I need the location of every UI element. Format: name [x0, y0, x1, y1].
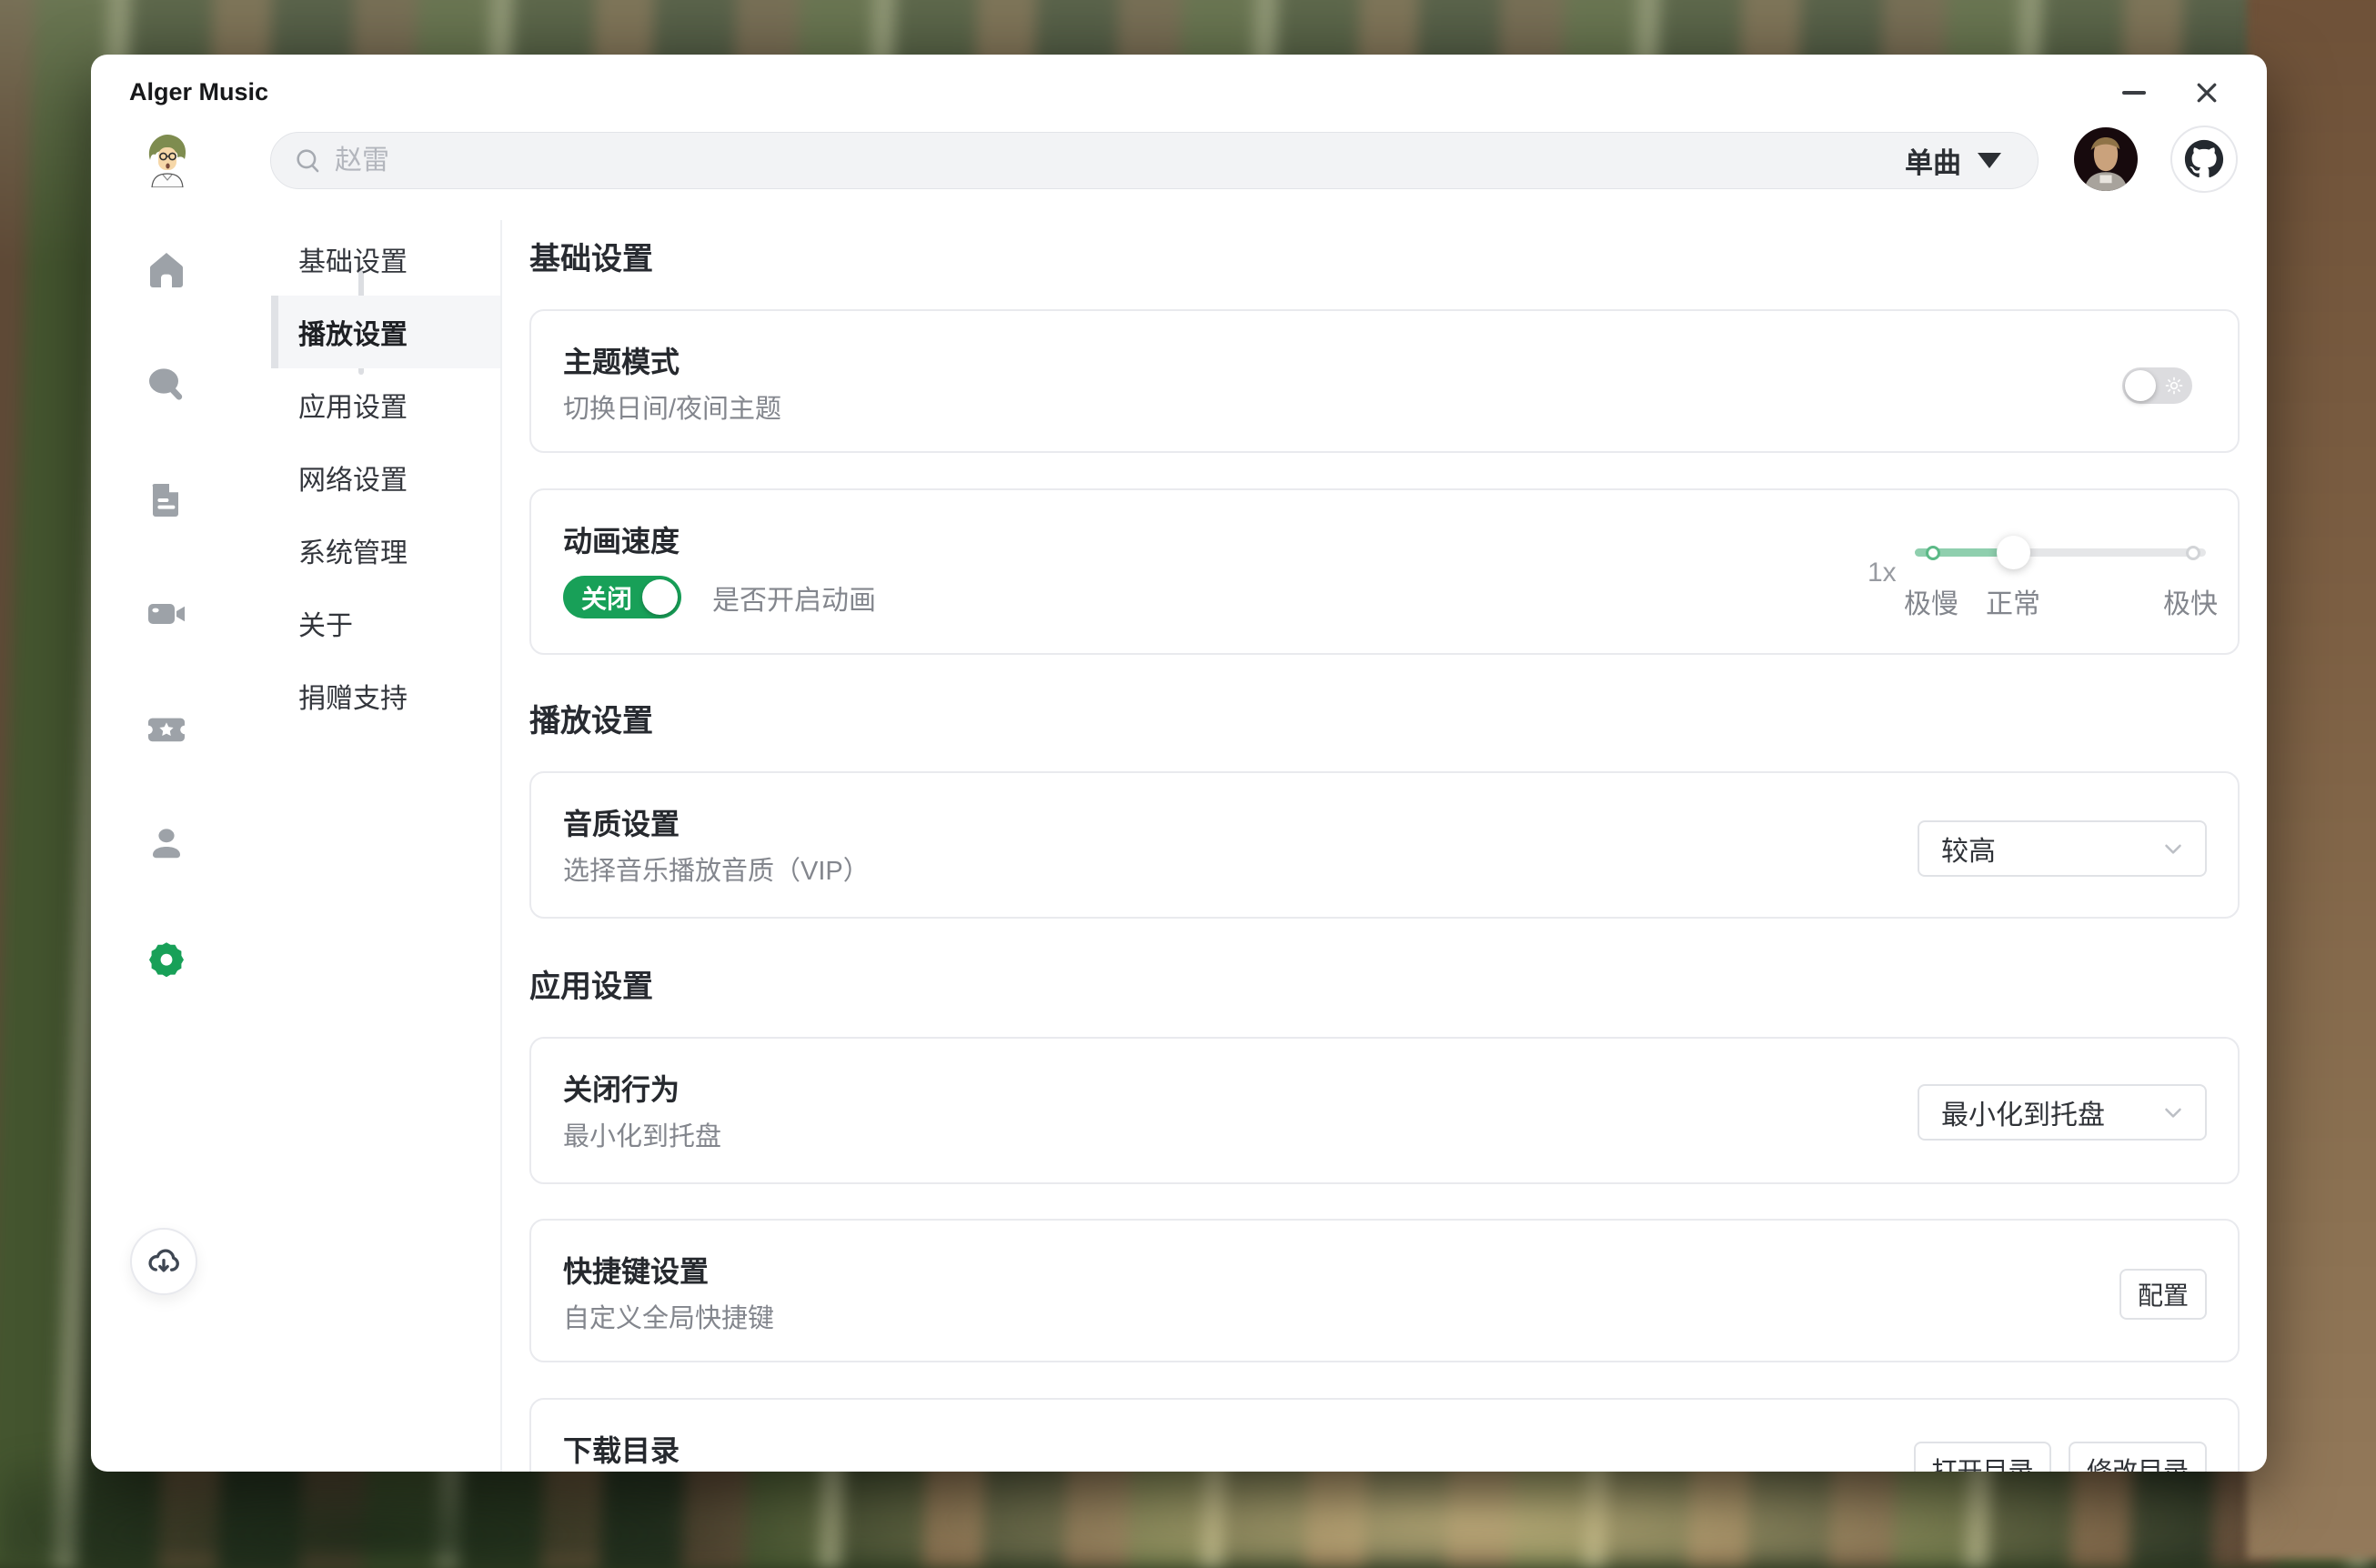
github-icon — [2184, 139, 2224, 179]
ticket-icon — [145, 708, 188, 751]
sidebar-item-favorites[interactable] — [145, 708, 188, 751]
animation-switch[interactable]: 关闭 — [563, 576, 681, 618]
dropdown-arrow-icon — [1978, 153, 2001, 168]
cloud-download-icon — [146, 1243, 182, 1280]
change-directory-button[interactable]: 修改目录 — [2069, 1442, 2207, 1472]
section-title-basic: 基础设置 — [529, 236, 2240, 282]
slider-mark-slow — [1926, 546, 1940, 560]
quality-select[interactable]: 较高 — [1918, 820, 2207, 877]
slider-track[interactable] — [1915, 548, 2206, 557]
close-behavior-select[interactable]: 最小化到托盘 — [1918, 1084, 2207, 1141]
slider-label-fast: 极快 — [2163, 581, 2218, 621]
card-desc: 切换日间/夜间主题 — [563, 390, 2206, 428]
settings-gear-icon — [145, 938, 188, 981]
search-bar[interactable]: 单曲 — [270, 132, 2039, 189]
animation-speed-slider: 1x 极慢 正常 极快 — [1915, 490, 2206, 657]
card-title: 快捷键设置 — [563, 1251, 2206, 1292]
speed-value: 1x — [1868, 558, 1897, 588]
settings-nav: 基础设置 播放设置 应用设置 网络设置 系统管理 关于 捐赠支持 — [271, 223, 500, 732]
sidebar-item-search[interactable] — [145, 363, 188, 407]
shortcut-settings-card: 快捷键设置 自定义全局快捷键 配置 — [529, 1219, 2240, 1362]
close-icon — [2193, 79, 2220, 106]
nav-item-system-settings[interactable]: 系统管理 — [271, 514, 500, 587]
audio-quality-card: 音质设置 选择音乐播放音质（VIP） 较高 — [529, 771, 2240, 919]
window-controls — [2116, 75, 2225, 111]
minimize-icon — [2122, 91, 2146, 95]
nav-item-network-settings[interactable]: 网络设置 — [271, 441, 500, 514]
card-title: 主题模式 — [563, 342, 2206, 382]
theme-toggle[interactable] — [2122, 367, 2192, 404]
slider-mark-fast — [2186, 546, 2200, 560]
document-icon — [145, 478, 188, 522]
video-icon — [145, 592, 188, 636]
slider-label-normal: 正常 — [1986, 581, 2040, 621]
nav-item-app-settings[interactable]: 应用设置 — [271, 368, 500, 441]
sidebar-item-user[interactable] — [145, 822, 188, 866]
close-behavior-card: 关闭行为 最小化到托盘 最小化到托盘 — [529, 1037, 2240, 1184]
slider-labels: 极慢 正常 极快 — [1915, 581, 2206, 619]
animation-speed-card: 动画速度 关闭 是否开启动画 1x 极慢 正常 — [529, 488, 2240, 655]
user-icon — [145, 822, 188, 866]
profile-avatar[interactable] — [2074, 127, 2138, 191]
switch-label: 关闭 — [581, 579, 632, 616]
slider-label-slow: 极慢 — [1904, 581, 1958, 621]
sidebar-item-home[interactable] — [145, 248, 188, 292]
search-icon — [145, 363, 188, 407]
animation-desc: 是否开启动画 — [712, 578, 876, 618]
app-window: Alger Music 单曲 — [91, 55, 2267, 1472]
switch-knob — [642, 579, 678, 615]
theme-mode-card: 主题模式 切换日间/夜间主题 — [529, 309, 2240, 453]
chevron-down-icon — [2160, 1099, 2187, 1126]
open-directory-button[interactable]: 打开目录 — [1914, 1442, 2051, 1472]
minimize-button[interactable] — [2116, 75, 2152, 111]
window-title: Alger Music — [129, 78, 268, 106]
card-desc: 自定义全局快捷键 — [563, 1300, 2206, 1338]
sidebar-item-settings[interactable] — [145, 938, 188, 981]
settings-content: 基础设置 主题模式 切换日间/夜间主题 动画速度 关闭 是否开启动画 1x — [529, 220, 2240, 1472]
avatar[interactable] — [138, 129, 196, 187]
toggle-knob — [2125, 370, 2156, 401]
section-title-playback: 播放设置 — [529, 699, 2240, 744]
sidebar-item-playlist[interactable] — [145, 478, 188, 522]
nav-item-basic-settings[interactable]: 基础设置 — [271, 223, 500, 296]
section-title-application: 应用设置 — [529, 964, 2240, 1010]
sun-icon — [2163, 375, 2185, 397]
close-button[interactable] — [2189, 75, 2225, 111]
nav-item-donate[interactable]: 捐赠支持 — [271, 659, 500, 732]
download-manager-button[interactable] — [130, 1228, 197, 1295]
home-icon — [145, 248, 188, 292]
magnifier-icon — [293, 146, 324, 176]
nav-item-about[interactable]: 关于 — [271, 587, 500, 659]
chevron-down-icon — [2160, 835, 2187, 862]
nav-divider — [500, 220, 502, 1472]
select-value: 最小化到托盘 — [1941, 1092, 2160, 1132]
github-button[interactable] — [2170, 126, 2238, 193]
download-directory-card: 下载目录 打开目录 修改目录 — [529, 1398, 2240, 1472]
search-type-dropdown[interactable]: 单曲 — [1905, 140, 2001, 181]
profile-photo-image — [2074, 127, 2138, 191]
sidebar-item-mv[interactable] — [145, 592, 188, 636]
select-value: 较高 — [1941, 829, 2160, 869]
search-input[interactable] — [333, 145, 1905, 177]
slider-handle[interactable] — [1997, 536, 2030, 569]
nav-item-playback-settings[interactable]: 播放设置 — [271, 296, 500, 368]
configure-button[interactable]: 配置 — [2119, 1269, 2207, 1320]
search-type-label: 单曲 — [1905, 140, 1961, 181]
cartoon-avatar-image — [138, 129, 196, 187]
